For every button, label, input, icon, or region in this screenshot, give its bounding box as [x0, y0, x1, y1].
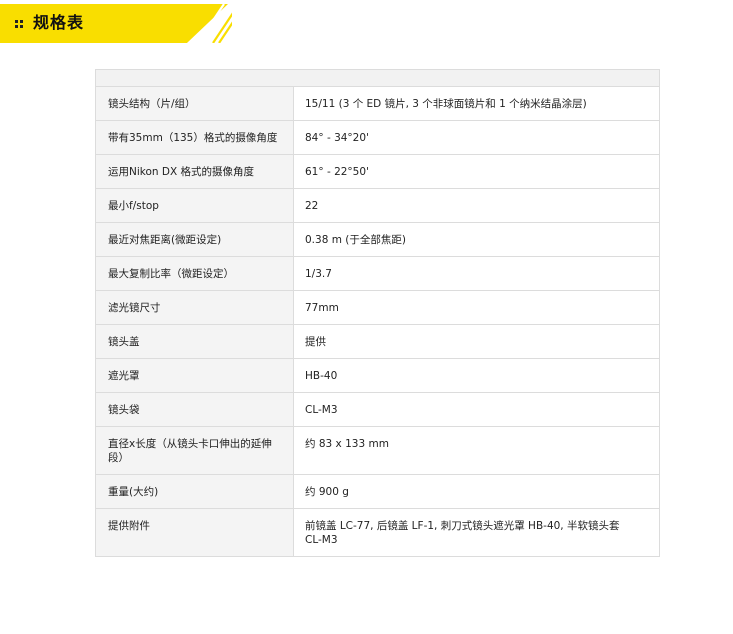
spec-label: 镜头盖	[96, 325, 294, 358]
spec-label: 最小f/stop	[96, 189, 294, 222]
spec-value: 约 900 g	[305, 486, 349, 498]
spec-label: 最近对焦距离(微距设定)	[96, 223, 294, 256]
spec-row: 镜头结构（片/组） 15/11 (3 个 ED 镜片, 3 个非球面镜片和 1 个…	[96, 87, 659, 121]
spec-value: HB-40	[305, 370, 338, 382]
spec-value: 84° - 34°20'	[305, 132, 369, 144]
section-title: 规格表	[33, 13, 85, 32]
spec-label: 运用Nikon DX 格式的摄像角度	[96, 155, 294, 188]
spec-label: 镜头结构（片/组）	[96, 87, 294, 120]
spec-row: 最近对焦距离(微距设定) 0.38 m (于全部焦距)	[96, 223, 659, 257]
spec-table: 镜头结构（片/组） 15/11 (3 个 ED 镜片, 3 个非球面镜片和 1 个…	[95, 69, 660, 557]
spec-label: 直径x长度（从镜头卡口伸出的延伸段）	[96, 427, 294, 474]
spec-row: 带有35mm（135）格式的摄像角度 84° - 34°20'	[96, 121, 659, 155]
spec-row: 运用Nikon DX 格式的摄像角度 61° - 22°50'	[96, 155, 659, 189]
spec-label: 重量(大约)	[96, 475, 294, 508]
spec-label: 提供附件	[96, 509, 294, 556]
spec-table-header	[96, 70, 659, 87]
spec-row: 重量(大约) 约 900 g	[96, 475, 659, 509]
spec-row: 最小f/stop 22	[96, 189, 659, 223]
spec-value: 1/3.7	[305, 268, 332, 280]
spec-value: 77mm	[305, 302, 339, 314]
spec-value: 提供	[305, 336, 326, 348]
spec-row: 遮光罩 HB-40	[96, 359, 659, 393]
spec-row: 滤光镜尺寸 77mm	[96, 291, 659, 325]
spec-value: 0.38 m (于全部焦距)	[305, 234, 406, 246]
spec-label: 滤光镜尺寸	[96, 291, 294, 324]
spec-row: 提供附件 前镜盖 LC-77, 后镜盖 LF-1, 刺刀式镜头遮光罩 HB-40,…	[96, 509, 659, 556]
spec-label: 镜头袋	[96, 393, 294, 426]
spec-value: 约 83 x 133 mm	[305, 438, 389, 450]
spec-label: 带有35mm（135）格式的摄像角度	[96, 121, 294, 154]
spec-value: 前镜盖 LC-77, 后镜盖 LF-1, 刺刀式镜头遮光罩 HB-40, 半软镜…	[305, 520, 620, 546]
spec-label: 遮光罩	[96, 359, 294, 392]
spec-value: 61° - 22°50'	[305, 166, 369, 178]
spec-row: 直径x长度（从镜头卡口伸出的延伸段） 约 83 x 133 mm	[96, 427, 659, 475]
spec-value: 15/11 (3 个 ED 镜片, 3 个非球面镜片和 1 个纳米结晶涂层)	[305, 98, 587, 110]
spec-row: 最大复制比率（微距设定） 1/3.7	[96, 257, 659, 291]
spec-row: 镜头盖 提供	[96, 325, 659, 359]
spec-row: 镜头袋 CL-M3	[96, 393, 659, 427]
bullet-grid-icon	[15, 20, 23, 28]
spec-value: CL-M3	[305, 404, 338, 416]
spec-label: 最大复制比率（微距设定）	[96, 257, 294, 290]
spec-value: 22	[305, 200, 319, 212]
